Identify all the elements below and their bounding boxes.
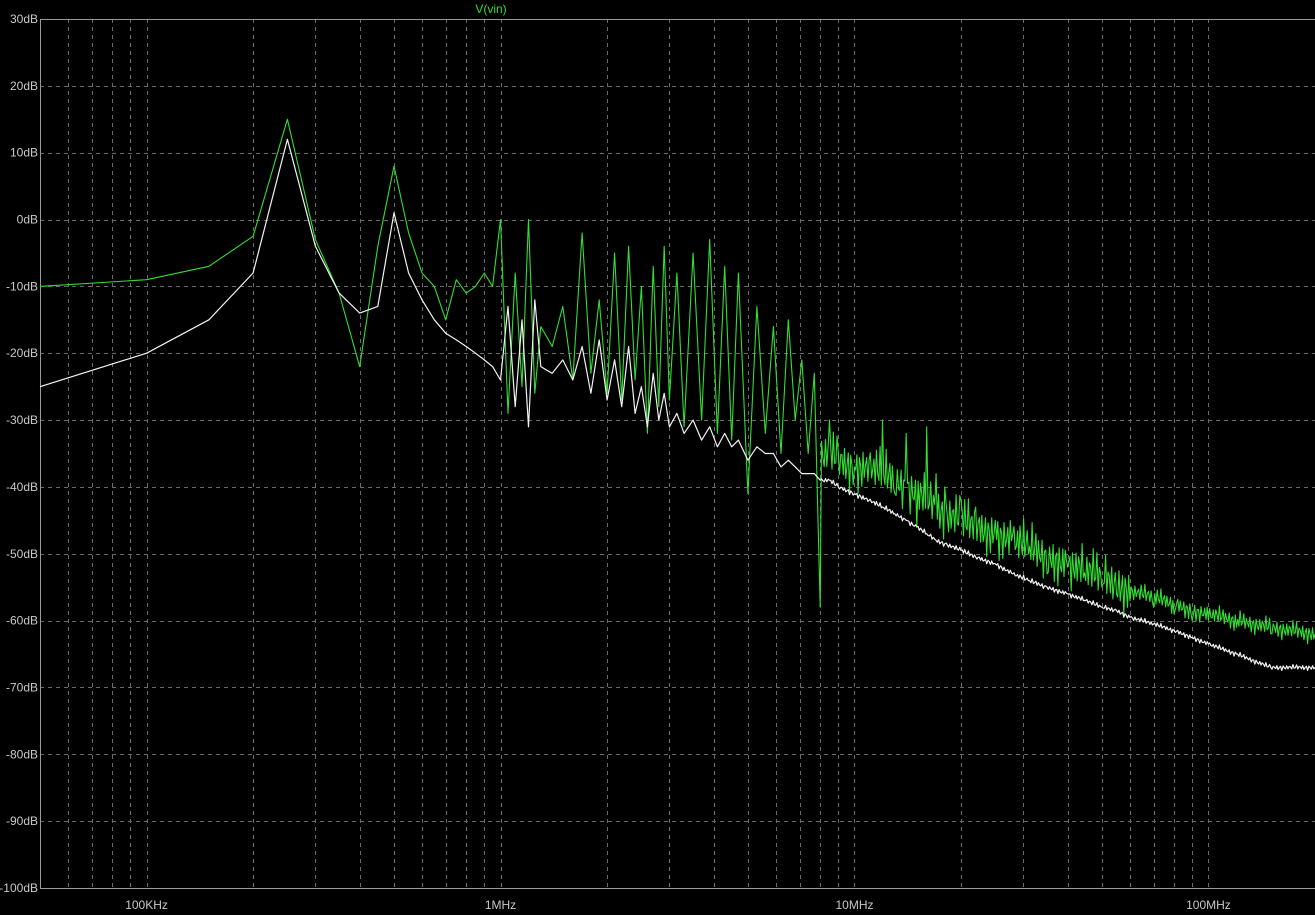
y-tick-label: -30dB bbox=[6, 413, 38, 427]
plot-background bbox=[0, 0, 1315, 915]
y-tick-label: 0dB bbox=[17, 213, 38, 227]
y-tick-label: -100dB bbox=[0, 881, 38, 895]
y-tick-label: -10dB bbox=[6, 279, 38, 293]
y-tick-label: -20dB bbox=[6, 346, 38, 360]
x-tick-label: 1MHz bbox=[485, 898, 516, 912]
y-tick-label: -60dB bbox=[6, 614, 38, 628]
y-tick-label: -40dB bbox=[6, 480, 38, 494]
y-tick-label: -50dB bbox=[6, 547, 38, 561]
y-tick-label: 20dB bbox=[10, 79, 38, 93]
y-tick-label: -70dB bbox=[6, 680, 38, 694]
y-tick-label: -90dB bbox=[6, 814, 38, 828]
bode-plot: 30dB 20dB 10dB 0dB -10dB -20dB -30dB -40dB -50dB… bbox=[0, 0, 1315, 915]
x-tick-label: 100MHz bbox=[1186, 898, 1231, 912]
x-tick-label: 10MHz bbox=[835, 898, 873, 912]
trace-label-vin: V(vin) bbox=[475, 2, 506, 16]
y-tick-label: -80dB bbox=[6, 747, 38, 761]
y-tick-label: 10dB bbox=[10, 146, 38, 160]
x-tick-label: 100KHz bbox=[125, 898, 168, 912]
y-tick-label: 30dB bbox=[10, 12, 38, 26]
